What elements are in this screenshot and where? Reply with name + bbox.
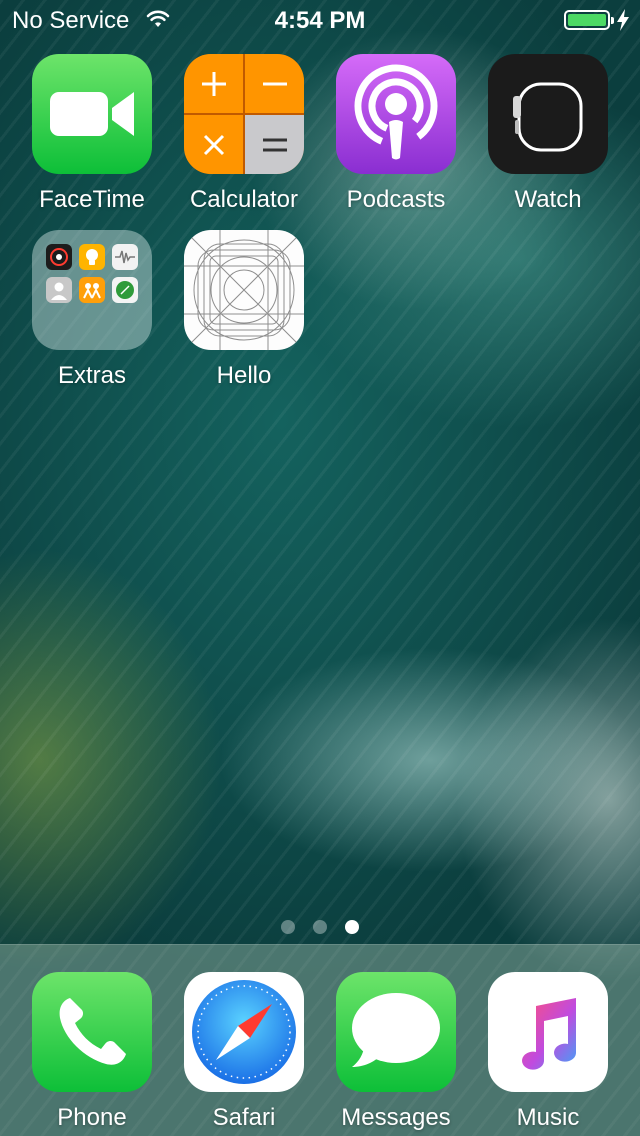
- status-bar: No Service 4:54 PM: [0, 0, 640, 40]
- app-label: Watch: [514, 186, 582, 213]
- voice-memos-mini-icon: [112, 244, 138, 270]
- app-label: Music: [516, 1104, 580, 1131]
- contacts-mini-icon: [46, 277, 72, 303]
- page-dot-3-current[interactable]: [345, 920, 359, 934]
- music-note-icon: [488, 972, 608, 1092]
- app-label: FaceTime: [39, 186, 145, 213]
- charging-bolt-icon: [617, 9, 629, 31]
- battery-level: [568, 14, 606, 26]
- podcasts-icon: [336, 54, 456, 174]
- app-facetime[interactable]: FaceTime: [16, 54, 168, 214]
- dock-app-safari[interactable]: Safari: [168, 972, 320, 1132]
- app-label: Hello: [216, 362, 272, 389]
- app-label: Safari: [212, 1104, 276, 1131]
- dock-app-messages[interactable]: Messages: [320, 972, 472, 1132]
- dock-app-music[interactable]: Music: [472, 972, 624, 1132]
- dock-app-phone[interactable]: Phone: [16, 972, 168, 1132]
- find-friends-mini-icon: [79, 277, 105, 303]
- app-label: Calculator: [189, 186, 299, 213]
- find-iphone-mini-icon: [112, 277, 138, 303]
- folder-icon: [32, 230, 152, 350]
- app-label: Phone: [57, 1104, 127, 1131]
- app-label: Extras: [57, 362, 126, 389]
- minus-key: [245, 54, 304, 113]
- facetime-icon: [32, 54, 152, 174]
- watch-icon: [488, 54, 608, 174]
- equals-key: [245, 115, 304, 174]
- battery-tip: [611, 17, 614, 24]
- tips-mini-icon: [79, 244, 105, 270]
- battery-icon: [564, 10, 614, 30]
- speech-bubble-icon: [336, 972, 456, 1092]
- page-dot-1[interactable]: [281, 920, 295, 934]
- phone-icon: [32, 972, 152, 1092]
- compass-icon: [184, 972, 304, 1092]
- multiply-key: [184, 115, 243, 174]
- page-dot-2[interactable]: [313, 920, 327, 934]
- calculator-icon: [184, 54, 304, 174]
- clock: 4:54 PM: [274, 7, 366, 34]
- app-calculator[interactable]: Calculator: [168, 54, 320, 214]
- app-podcasts[interactable]: Podcasts: [320, 54, 472, 214]
- folder-extras[interactable]: Extras: [16, 230, 168, 390]
- app-watch[interactable]: Watch: [472, 54, 624, 214]
- compass-mini-icon: [46, 244, 72, 270]
- icon-grid-template-icon: [184, 230, 304, 350]
- app-label: Messages: [341, 1104, 451, 1131]
- page-indicator[interactable]: [0, 920, 640, 934]
- app-hello[interactable]: Hello: [168, 230, 320, 390]
- plus-key: [184, 54, 243, 113]
- app-label: Podcasts: [346, 186, 446, 213]
